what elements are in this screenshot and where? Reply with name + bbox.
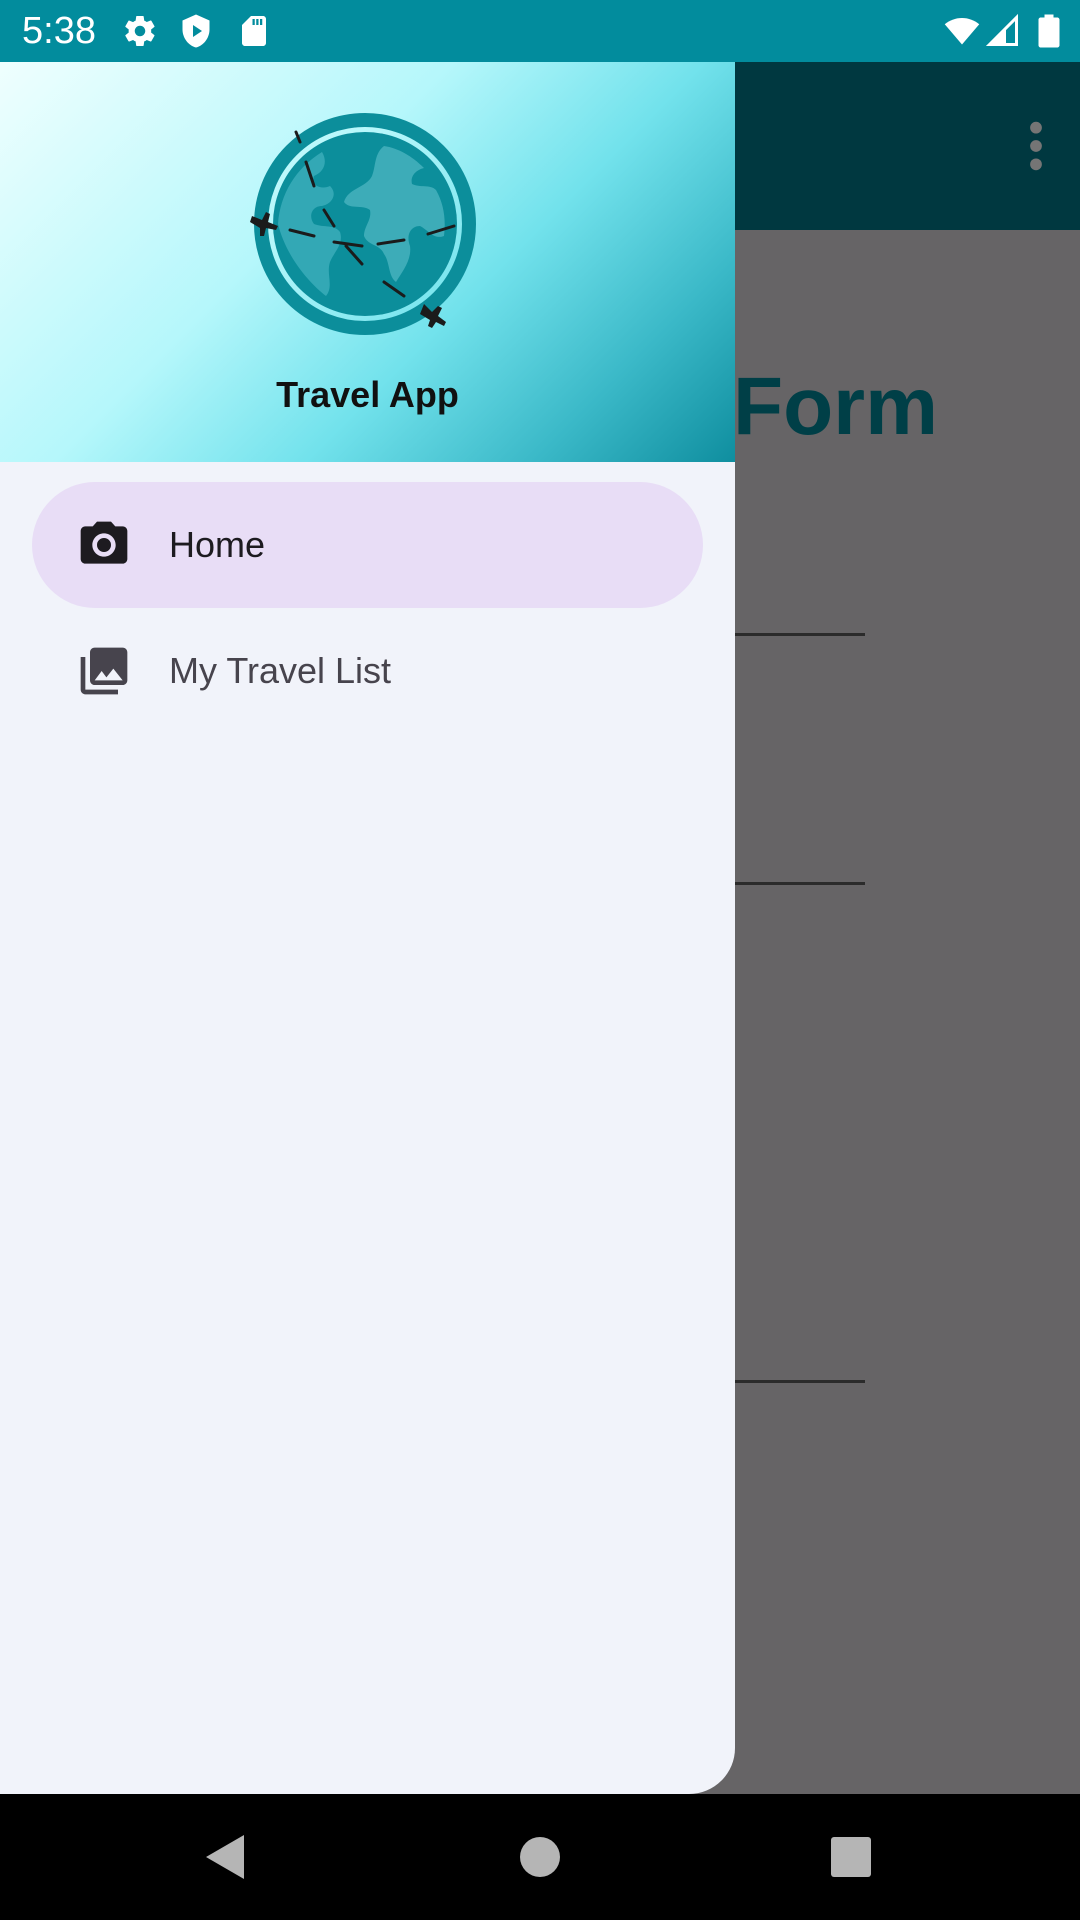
cell-signal-icon: [985, 13, 1021, 49]
camera-icon: [76, 517, 132, 573]
sd-card-icon: [236, 13, 272, 49]
drawer-item-label: My Travel List: [169, 650, 392, 691]
settings-icon: [122, 13, 158, 49]
drawer-header: Travel App: [0, 62, 735, 462]
screen: 5:38 Form Travel App Home My Travel List: [0, 0, 1080, 1920]
globe-travel-icon: [238, 106, 484, 352]
play-protect-icon: [178, 13, 214, 49]
status-bar: 5:38: [0, 0, 1080, 62]
home-icon[interactable]: [510, 1827, 570, 1887]
navigation-drawer: Travel App Home My Travel List: [0, 62, 735, 1794]
drawer-app-name: Travel App: [276, 374, 459, 415]
more-vert-icon[interactable]: [1014, 118, 1058, 174]
drawer-item-home[interactable]: Home: [32, 482, 703, 608]
back-icon[interactable]: [196, 1827, 256, 1887]
drawer-item-label: Home: [169, 524, 266, 565]
system-navigation-bar: [0, 1794, 1080, 1920]
recents-icon[interactable]: [821, 1827, 881, 1887]
wifi-icon: [942, 13, 982, 49]
status-time: 5:38: [22, 10, 96, 52]
battery-icon: [1036, 13, 1062, 49]
photo-library-icon: [76, 643, 132, 699]
drawer-item-my-travel-list[interactable]: My Travel List: [32, 608, 703, 734]
